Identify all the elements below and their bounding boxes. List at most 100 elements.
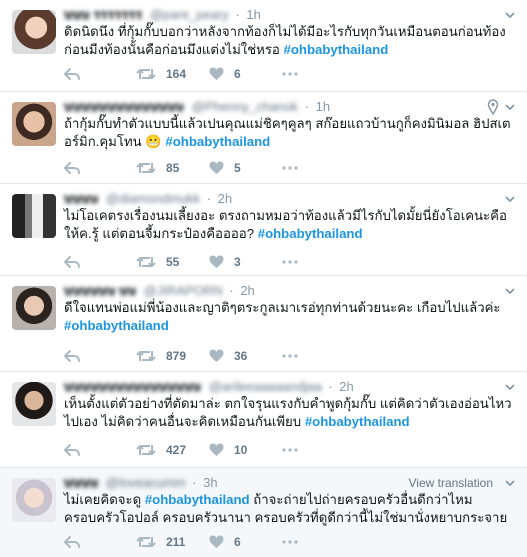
avatar[interactable] — [12, 194, 56, 238]
user-handle[interactable]: @loveacumm — [106, 474, 186, 492]
retweet-count: 427 — [166, 443, 187, 457]
view-translation-link[interactable]: View translation — [409, 474, 494, 492]
user-handle[interactable]: @JIRAPORN — [144, 282, 223, 300]
tweet-text: ไม่เคยคิดจะดู #ohbabythailand ถ้าจะถ่ายไ… — [64, 491, 513, 527]
timestamp[interactable]: 3h — [203, 475, 217, 490]
more-dots-icon — [282, 354, 298, 358]
reply-icon — [64, 68, 80, 80]
more-button[interactable] — [282, 160, 298, 181]
timestamp[interactable]: 2h — [240, 283, 254, 298]
reply-button[interactable] — [64, 346, 80, 366]
tweet-header: ษษษษ @diamondmukk · 2h — [64, 190, 517, 208]
user-name[interactable]: ษษษษษษษษษษษษษษษษ — [64, 378, 201, 396]
avatar[interactable] — [12, 478, 56, 522]
user-handle[interactable]: @arileeaaaaandjaa — [209, 378, 322, 396]
retweet-count: 164 — [166, 67, 187, 81]
chevron-down-icon[interactable] — [503, 190, 517, 208]
user-name[interactable]: ษษษษษษษษษษษษษษ — [64, 98, 184, 116]
reply-button[interactable] — [64, 532, 80, 552]
tweet-header: ษษษษษษษษษษษษษษ @Phenny_chanok · 1h — [64, 98, 517, 116]
like-button[interactable]: 5 — [209, 158, 241, 178]
like-button[interactable]: 6 — [209, 532, 241, 552]
timestamp[interactable]: 1h — [246, 7, 260, 22]
reply-icon — [64, 256, 80, 268]
chevron-down-icon[interactable] — [503, 474, 517, 492]
user-name[interactable]: ษษษษ — [64, 190, 98, 208]
heart-icon — [209, 161, 224, 174]
timestamp[interactable]: 2h — [339, 379, 353, 394]
separator: · — [229, 283, 234, 298]
avatar[interactable] — [12, 286, 56, 330]
more-button[interactable] — [282, 254, 298, 275]
user-name[interactable]: ษษษ รรรรรรร — [64, 6, 142, 24]
tweet-body: เห็นตั้งแต่ตัวอย่างที่ตัดมาล่ะ ตกใจรุนแร… — [64, 396, 512, 429]
retweet-count: 879 — [166, 349, 187, 363]
user-handle[interactable]: @pare_peary — [150, 6, 229, 24]
tweet-item[interactable]: ษษษษษษ ษษ @JIRAPORN · 2h ดีใจแทนพ่อแม่พี… — [0, 276, 527, 372]
retweet-button[interactable]: 164 — [136, 64, 186, 84]
reply-button[interactable] — [64, 158, 80, 178]
more-button[interactable] — [282, 66, 298, 87]
tweet-item[interactable]: ษษษษษษษษษษษษษษษษ @arileeaaaaandjaa · 2h … — [0, 372, 527, 468]
tweet-item[interactable]: ษษษ รรรรรรร @pare_peary · 1h ดิดนิดนึง ท… — [0, 0, 527, 92]
chevron-down-icon[interactable] — [503, 6, 517, 24]
reply-button[interactable] — [64, 252, 80, 272]
tweet-text: ดิดนิดนึง ที่กุ้มกั๊บบอกว่าหลังจากท้องก็… — [64, 23, 513, 59]
user-name[interactable]: ษษษษษษ ษษ — [64, 282, 136, 300]
user-handle[interactable]: @Phenny_chanok — [192, 98, 298, 116]
retweet-button[interactable]: 55 — [136, 252, 179, 272]
tweet-item[interactable]: ษษษษ @loveacumm · 3h View translation ไม… — [0, 468, 527, 557]
like-button[interactable]: 10 — [209, 440, 247, 460]
timestamp[interactable]: 1h — [316, 99, 330, 114]
tweet-item[interactable]: ษษษษ @diamondmukk · 2h ไม่โอเคตรงเรื่องน… — [0, 184, 527, 276]
hashtag-link[interactable]: #ohbabythailand — [284, 42, 389, 57]
more-dots-icon — [282, 166, 298, 170]
more-button[interactable] — [282, 442, 298, 463]
avatar[interactable] — [12, 382, 56, 426]
separator: · — [328, 379, 333, 394]
retweet-icon — [136, 537, 156, 547]
location-pin-icon — [487, 99, 499, 116]
retweet-button[interactable]: 879 — [136, 346, 186, 366]
chevron-down-icon[interactable] — [503, 282, 517, 300]
more-button[interactable] — [282, 534, 298, 555]
chevron-down-icon[interactable] — [503, 378, 517, 396]
retweet-icon — [136, 445, 156, 455]
chevron-down-icon[interactable] — [503, 98, 517, 116]
reply-icon — [64, 162, 80, 174]
heart-icon — [209, 255, 224, 268]
hashtag-link[interactable]: #ohbabythailand — [305, 414, 410, 429]
retweet-button[interactable]: 85 — [136, 158, 179, 178]
more-dots-icon — [282, 260, 298, 264]
retweet-button[interactable]: 211 — [136, 532, 185, 552]
like-count: 3 — [234, 255, 241, 269]
like-count: 5 — [234, 161, 241, 175]
avatar[interactable] — [12, 10, 56, 54]
hashtag-link[interactable]: #ohbabythailand — [145, 492, 250, 507]
reply-icon — [64, 536, 80, 548]
user-name[interactable]: ษษษษ — [64, 474, 98, 492]
retweet-button[interactable]: 427 — [136, 440, 186, 460]
like-button[interactable]: 36 — [209, 346, 247, 366]
hashtag-link[interactable]: #ohbabythailand — [64, 318, 169, 333]
retweet-icon — [136, 257, 156, 267]
timestamp[interactable]: 2h — [218, 191, 232, 206]
separator: · — [304, 99, 310, 114]
retweet-count: 85 — [166, 161, 180, 175]
user-handle[interactable]: @diamondmukk — [106, 190, 200, 208]
reply-button[interactable] — [64, 440, 80, 460]
avatar[interactable] — [12, 102, 56, 146]
like-button[interactable]: 3 — [209, 252, 241, 272]
tweet-timeline: ษษษ รรรรรรร @pare_peary · 1h ดิดนิดนึง ท… — [0, 0, 527, 557]
hashtag-link[interactable]: #ohbabythailand — [258, 226, 363, 241]
hashtag-link[interactable]: #ohbabythailand — [165, 134, 270, 149]
tweet-header: ษษษษษษษษษษษษษษษษ @arileeaaaaandjaa · 2h — [64, 378, 517, 396]
more-button[interactable] — [282, 348, 298, 369]
tweet-text: ไม่โอเคตรงเรื่องนมเลี้ยงอะ ตรงถามหมอว่าท… — [64, 207, 513, 243]
tweet-text: เห็นตั้งแต่ตัวอย่างที่ตัดมาล่ะ ตกใจรุนแร… — [64, 395, 513, 431]
more-dots-icon — [282, 448, 298, 452]
tweet-item[interactable]: ษษษษษษษษษษษษษษ @Phenny_chanok · 1h ถ้ากุ… — [0, 92, 527, 184]
like-button[interactable]: 6 — [209, 64, 241, 84]
like-count: 6 — [234, 535, 241, 549]
reply-button[interactable] — [64, 64, 80, 84]
